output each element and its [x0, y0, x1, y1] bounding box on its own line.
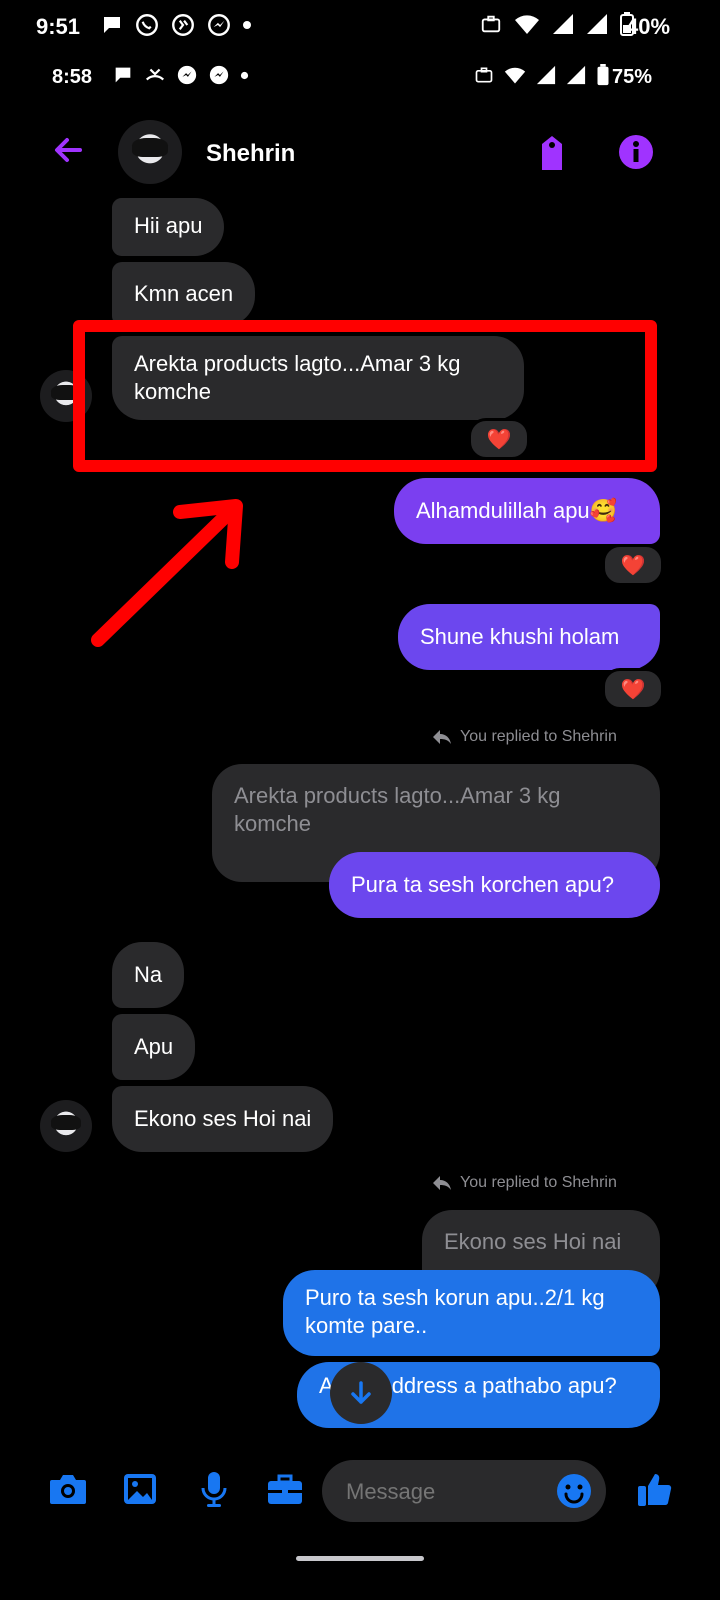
emoji-button[interactable] — [556, 1473, 592, 1514]
scroll-to-bottom-button[interactable] — [330, 1362, 392, 1424]
tag-icon — [542, 136, 562, 170]
heart-reaction[interactable]: ❤️ — [602, 668, 664, 710]
image-icon — [124, 1474, 156, 1504]
chat-bubble-icon — [115, 67, 131, 83]
annotation-highlight-box — [73, 320, 657, 472]
shop-button[interactable] — [536, 134, 568, 177]
contact-avatar[interactable] — [118, 120, 182, 184]
microphone-icon — [201, 1472, 227, 1507]
messenger-icon — [177, 65, 197, 85]
message-incoming[interactable]: Na — [112, 942, 185, 1008]
message-outgoing[interactable]: Pura ta sesh korchen apu? — [329, 852, 660, 918]
business-tools-button[interactable] — [266, 1474, 304, 1511]
battery-percent-inner: 75% — [612, 66, 653, 88]
back-button[interactable] — [50, 132, 86, 173]
system-icons — [480, 12, 634, 36]
work-profile-icon — [475, 67, 493, 83]
message-outgoing[interactable]: Alhamdulillah apu🥰 — [394, 478, 660, 544]
reply-icon — [433, 730, 451, 744]
status-time: 9:51 — [36, 14, 81, 39]
like-button[interactable] — [636, 1470, 674, 1513]
arrow-down-icon — [351, 1381, 371, 1404]
emoji-icon — [557, 1474, 591, 1508]
message-outgoing[interactable]: Shune khushi holam — [398, 604, 660, 670]
status-time-inner: 8:58 — [52, 66, 93, 88]
notification-icons — [100, 12, 252, 38]
contact-name[interactable]: Shehrin — [206, 140, 295, 168]
signal-icon — [553, 14, 573, 34]
reply-indicator: You replied to Shehrin — [432, 1174, 617, 1192]
messenger-icon — [209, 65, 229, 85]
message-input[interactable] — [344, 1460, 548, 1524]
briefcase-icon — [268, 1474, 302, 1504]
reply-label: You replied to Shehrin — [460, 1174, 617, 1191]
message-input-container[interactable] — [322, 1460, 606, 1524]
notification-icons-inner — [112, 64, 249, 86]
work-profile-icon — [481, 15, 501, 33]
message-incoming[interactable]: Ekono ses Hoi nai — [112, 1086, 334, 1152]
reply-icon — [433, 1176, 451, 1190]
message-incoming[interactable]: Kmn acen — [112, 262, 256, 326]
message-outgoing[interactable]: Puro ta sesh korun apu..2/1 kg komte par… — [283, 1270, 660, 1356]
camera-button[interactable] — [48, 1472, 88, 1511]
info-icon — [619, 135, 653, 169]
wifi-icon — [504, 67, 526, 84]
home-indicator[interactable] — [296, 1556, 424, 1561]
signal-2-icon — [566, 65, 586, 85]
camera-icon — [50, 1475, 86, 1504]
reply-indicator: You replied to Shehrin — [432, 728, 617, 746]
voice-button[interactable] — [200, 1470, 228, 1513]
reply-label: You replied to Shehrin — [460, 728, 617, 745]
missed-call-icon — [145, 68, 165, 81]
info-button[interactable] — [618, 134, 654, 175]
thumbs-up-icon — [638, 1474, 672, 1506]
chat-bubble-icon — [104, 17, 120, 33]
heart-reaction[interactable]: ❤️ — [602, 544, 664, 586]
gallery-button[interactable] — [122, 1472, 158, 1511]
wifi-icon — [515, 15, 539, 34]
viber-icon — [172, 14, 194, 36]
arrow-back-icon — [55, 138, 82, 162]
battery-icon — [597, 64, 609, 86]
message-incoming[interactable]: Hii apu — [112, 198, 225, 256]
sender-avatar — [40, 1100, 92, 1152]
system-icons-inner — [474, 64, 610, 86]
message-text-end: ddress a pathabo apu? — [391, 1373, 617, 1398]
signal-2-icon — [587, 14, 607, 34]
battery-percent: 40% — [626, 14, 671, 39]
message-incoming[interactable]: Apu — [112, 1014, 196, 1080]
more-dot-icon — [243, 21, 251, 29]
more-dot-icon — [240, 71, 249, 79]
signal-icon — [536, 65, 556, 85]
whatsapp-icon — [136, 14, 158, 36]
annotation-arrow-icon — [91, 499, 243, 647]
messenger-icon — [208, 14, 230, 36]
